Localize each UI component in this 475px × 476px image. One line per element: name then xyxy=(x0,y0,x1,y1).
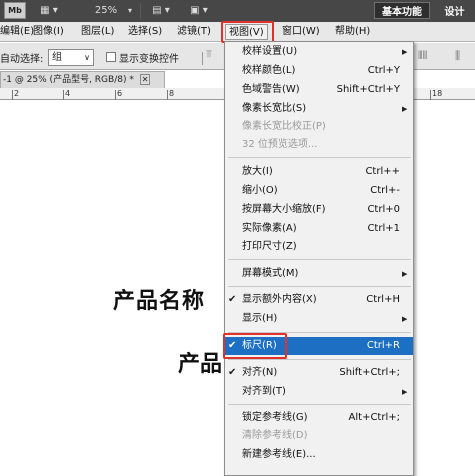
menu-item-zoom-out[interactable]: 缩小(O) xyxy=(242,182,278,200)
close-icon[interactable]: ✕ xyxy=(139,74,151,85)
ruler-tick xyxy=(430,90,431,100)
shortcut: Ctrl+H xyxy=(366,294,400,305)
checkmark-icon: ✔ xyxy=(228,294,237,305)
menu-image[interactable]: 图像(I) xyxy=(33,24,64,40)
menu-item-new-guide[interactable]: 新建参考线(E)... xyxy=(242,446,316,464)
menu-item-fit-on-screen[interactable]: 按屏幕大小缩放(F) xyxy=(242,201,326,219)
view-menu-highlight xyxy=(221,21,274,43)
menu-item-clear-guides: 清除参考线(D) xyxy=(242,430,308,441)
screen-icon[interactable]: ▦ ▾ xyxy=(34,2,64,19)
menu-item-print-size[interactable]: 打印尺寸(Z) xyxy=(242,238,297,256)
chevron-down-icon: ∨ xyxy=(84,53,90,62)
menu-filter[interactable]: 滤镜(T) xyxy=(177,24,211,40)
ruler-number: 6 xyxy=(117,89,123,98)
document-tab-title: -1 @ 25% (产品型号, RGB/8) * xyxy=(3,75,134,85)
menu-item-proof-colors[interactable]: 校样颜色(L) xyxy=(242,62,295,80)
design-workspace-button[interactable]: 设计 xyxy=(434,2,475,19)
shortcut: Ctrl+- xyxy=(370,185,400,196)
menu-help[interactable]: 帮助(H) xyxy=(335,24,370,40)
screen-mode-icon[interactable]: ▣ ▾ xyxy=(184,2,214,19)
shortcut: Shift+Ctrl+Y xyxy=(336,84,400,95)
zoom-level[interactable]: 25% xyxy=(88,2,124,19)
show-transform-checkbox[interactable] xyxy=(106,52,116,62)
canvas-product-model: 产品 xyxy=(178,352,223,377)
menu-item-snap[interactable]: 对齐(N) xyxy=(242,364,277,382)
menu-separator xyxy=(228,259,411,260)
ruler-tick xyxy=(12,90,13,100)
options-divider xyxy=(202,52,203,65)
shortcut: Ctrl+0 xyxy=(367,204,400,215)
menu-item-snap-to[interactable]: 对齐到(T) xyxy=(242,383,286,401)
show-transform-label: 显示变换控件 xyxy=(119,54,179,65)
menu-item-screen-mode[interactable]: 屏幕模式(M) xyxy=(242,265,298,283)
menu-edit[interactable]: 编辑(E) xyxy=(0,24,34,40)
document-tab[interactable]: -1 @ 25% (产品型号, RGB/8) * ✕ xyxy=(0,71,165,88)
menu-item-pixel-aspect-correction: 像素长宽比校正(P) xyxy=(242,121,326,132)
submenu-arrow-icon: ▶ xyxy=(402,388,408,396)
menu-item-pixel-aspect-ratio[interactable]: 像素长宽比(S) xyxy=(242,100,306,118)
ruler-number: 8 xyxy=(169,89,175,98)
auto-select-value: 组 xyxy=(52,52,62,63)
menu-separator xyxy=(228,286,411,287)
menu-select[interactable]: 选择(S) xyxy=(128,24,162,40)
arrange-documents-icon[interactable]: ▤ ▾ xyxy=(146,2,176,19)
ruler-tick xyxy=(167,90,168,100)
auto-align-icon[interactable]: ⫼ xyxy=(455,49,460,63)
rulers-highlight-box xyxy=(223,333,287,359)
menu-item-extras[interactable]: 显示额外内容(X) xyxy=(242,291,317,309)
menu-item-proof-setup[interactable]: 校样设置(U) xyxy=(242,43,297,61)
menu-item-actual-pixels[interactable]: 实际像素(A) xyxy=(242,220,297,238)
shortcut: Ctrl+Y xyxy=(367,65,400,76)
shortcut: Shift+Ctrl+; xyxy=(339,367,400,378)
ruler-number: 18 xyxy=(432,89,443,98)
ruler-number: 2 xyxy=(14,89,20,98)
shortcut: Ctrl+R xyxy=(366,340,400,351)
ruler-tick xyxy=(115,90,116,100)
menu-item-32bit-preview-options: 32 位预览选项... xyxy=(242,139,318,150)
distribute-icon[interactable]: ⫴⫴ xyxy=(418,49,427,63)
align-top-icon[interactable]: ⫪ xyxy=(206,49,212,60)
menu-separator xyxy=(228,157,411,158)
auto-select-dropdown[interactable]: 组 ∨ xyxy=(48,49,94,66)
toolbar-divider xyxy=(140,3,141,19)
menu-window[interactable]: 窗口(W) xyxy=(282,24,320,40)
shortcut: Ctrl++ xyxy=(365,166,400,177)
auto-select-label: 自动选择: xyxy=(0,54,44,65)
menu-layer[interactable]: 图层(L) xyxy=(81,24,114,40)
menu-item-lock-guides[interactable]: 锁定参考线(G) xyxy=(242,409,308,427)
submenu-arrow-icon: ▶ xyxy=(402,105,408,113)
submenu-arrow-icon: ▶ xyxy=(402,315,408,323)
canvas-product-name: 产品名称 xyxy=(113,289,206,314)
bridge-button[interactable]: Mb xyxy=(4,2,26,19)
menu-item-gamut-warning[interactable]: 色域警告(W) xyxy=(242,81,300,99)
submenu-arrow-icon: ▶ xyxy=(402,48,408,56)
menu-item-zoom-in[interactable]: 放大(I) xyxy=(242,163,273,181)
essentials-workspace-button[interactable]: 基本功能 xyxy=(374,2,430,19)
zoom-chevron-icon[interactable]: ▾ xyxy=(125,2,135,19)
menu-separator xyxy=(228,359,411,360)
submenu-arrow-icon: ▶ xyxy=(402,270,408,278)
menu-item-show[interactable]: 显示(H) xyxy=(242,310,277,328)
shortcut: Alt+Ctrl+; xyxy=(348,412,400,423)
menu-separator xyxy=(228,404,411,405)
shortcut: Ctrl+1 xyxy=(367,223,400,234)
ruler-number: 4 xyxy=(65,89,71,98)
checkmark-icon: ✔ xyxy=(228,367,237,378)
ruler-tick xyxy=(63,90,64,100)
